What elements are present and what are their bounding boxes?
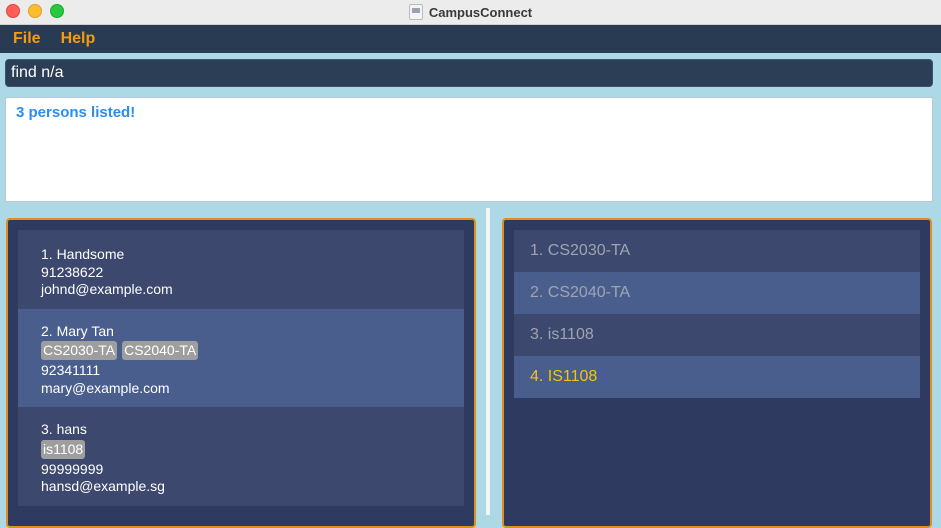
tag-list-item[interactable]: 3. is1108 bbox=[514, 314, 920, 356]
person-phone: 91238622 bbox=[41, 263, 104, 280]
menu-bar: File Help bbox=[0, 25, 941, 53]
person-phone: 92341111 bbox=[41, 362, 101, 378]
window-title: CampusConnect bbox=[408, 4, 533, 20]
person-card[interactable]: 3. hans is1108 99999999 hansd@example.sg bbox=[18, 407, 464, 506]
person-name: 1. Handsome bbox=[41, 246, 125, 262]
split-divider[interactable] bbox=[486, 208, 490, 515]
person-email: mary@example.com bbox=[41, 379, 170, 396]
tag-list-item[interactable]: 1. CS2030-TA bbox=[514, 230, 920, 272]
person-tag: CS2030-TA bbox=[41, 341, 118, 360]
person-card[interactable]: 2. Mary Tan CS2030-TA CS2040-TA 92341111… bbox=[18, 308, 464, 407]
command-input[interactable]: find n/a bbox=[5, 59, 933, 87]
app-icon bbox=[408, 4, 423, 20]
menu-help[interactable]: Help bbox=[61, 30, 96, 48]
person-tags: CS2030-TA CS2040-TA bbox=[41, 341, 441, 360]
person-email: johnd@example.com bbox=[41, 281, 173, 297]
person-name: 3. hans bbox=[41, 421, 87, 437]
person-tag: CS2040-TA bbox=[122, 341, 199, 360]
result-display: 3 persons listed! bbox=[5, 97, 933, 202]
tag-list-item[interactable]: 2. CS2040-TA bbox=[514, 272, 920, 314]
window-controls bbox=[6, 4, 64, 18]
result-message: 3 persons listed! bbox=[16, 104, 136, 121]
menu-file[interactable]: File bbox=[13, 30, 41, 48]
tag-list: 1. CS2030-TA 2. CS2040-TA 3. is1108 4. I… bbox=[514, 230, 920, 398]
window-title-text: CampusConnect bbox=[428, 4, 533, 20]
tag-list-panel: 1. CS2030-TA 2. CS2040-TA 3. is1108 4. I… bbox=[502, 218, 932, 528]
tag-list-item-selected[interactable]: 4. IS1108 bbox=[514, 356, 920, 398]
person-list: 1. Handsome 91238622 johnd@example.com 2… bbox=[18, 230, 464, 506]
zoom-window-button[interactable] bbox=[50, 4, 64, 18]
person-list-panel: 1. Handsome 91238622 johnd@example.com 2… bbox=[6, 218, 476, 528]
person-name: 2. Mary Tan bbox=[41, 322, 114, 339]
minimize-window-button[interactable] bbox=[28, 4, 42, 18]
person-tag: is1108 bbox=[41, 439, 86, 459]
close-window-button[interactable] bbox=[6, 4, 20, 18]
person-card[interactable]: 1. Handsome 91238622 johnd@example.com bbox=[18, 230, 464, 309]
person-phone: 99999999 bbox=[41, 460, 104, 477]
person-email: hansd@example.sg bbox=[41, 478, 165, 494]
title-bar: CampusConnect bbox=[0, 0, 941, 25]
person-tags: is1108 bbox=[41, 439, 441, 459]
